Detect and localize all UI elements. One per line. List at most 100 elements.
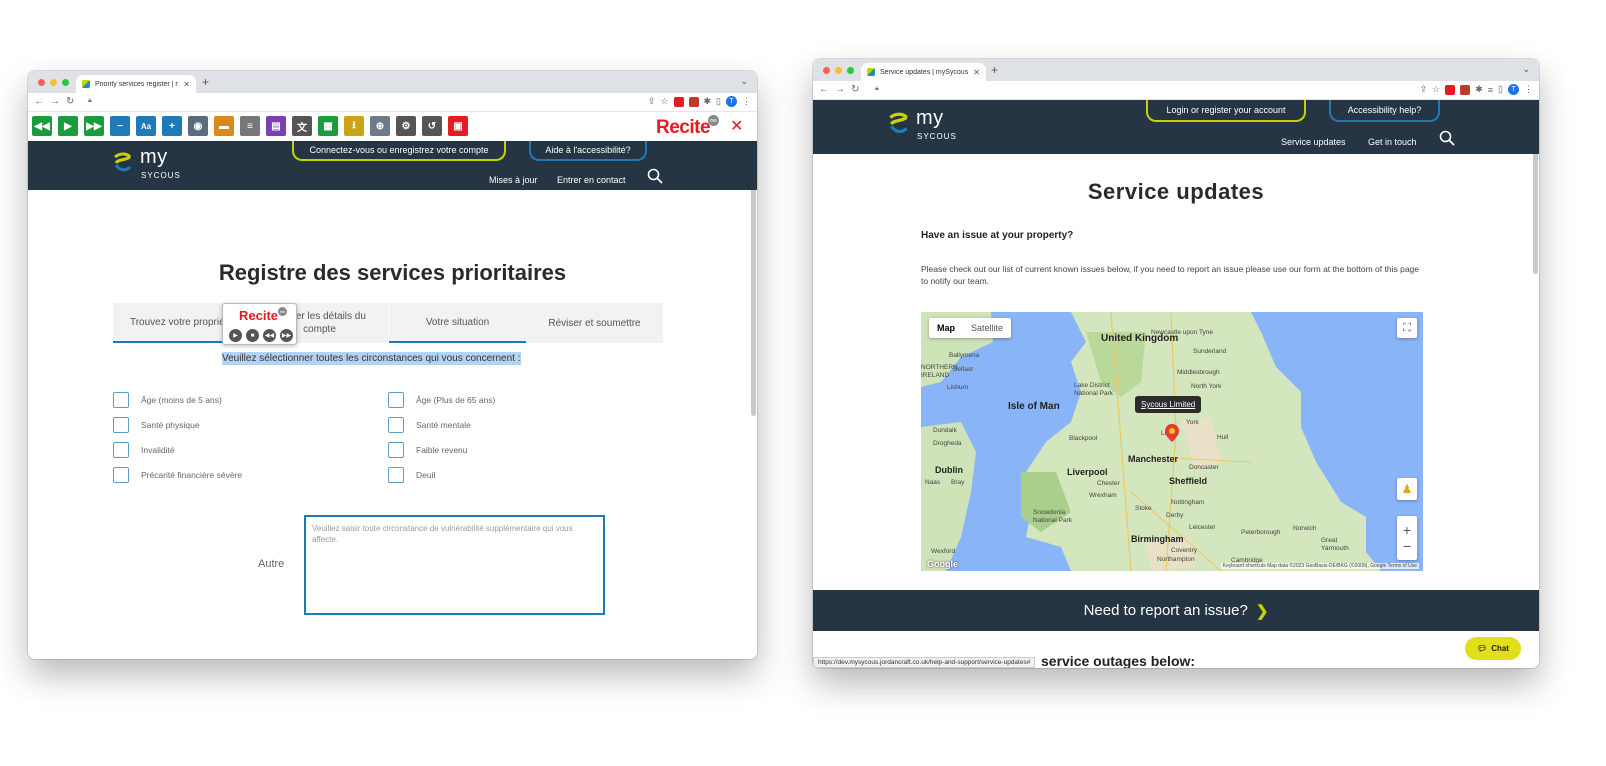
play-icon[interactable]: ▶ xyxy=(58,116,78,136)
popup-rewind-icon[interactable]: ◀◀ xyxy=(263,329,276,342)
puzzle-icon[interactable]: ✱ xyxy=(704,96,712,107)
kebab-menu-icon[interactable]: ⋮ xyxy=(742,96,751,107)
zoom-out-icon[interactable]: − xyxy=(1403,538,1411,554)
rewind-icon[interactable]: ◀◀ xyxy=(32,116,52,136)
map-info-popup[interactable]: Sycous Limited xyxy=(1135,396,1202,413)
checkbox-mental-health[interactable]: Santé mentale xyxy=(388,417,471,433)
reload-icon[interactable]: ↻ xyxy=(851,84,859,95)
fullscreen-icon[interactable]: ⛶ xyxy=(1397,318,1417,338)
translate-icon[interactable]: 文 xyxy=(292,116,312,136)
checkbox[interactable] xyxy=(113,417,129,433)
nav-get-in-touch[interactable]: Get in touch xyxy=(1368,137,1417,147)
map-marker-icon[interactable] xyxy=(1165,424,1179,442)
checkbox-physical-health[interactable]: Santé physique xyxy=(113,417,200,433)
tab-menu-icon[interactable]: ⌄ xyxy=(740,76,748,87)
search-icon[interactable] xyxy=(647,168,663,184)
pdf-extension-icon[interactable] xyxy=(688,96,699,107)
google-map[interactable]: Map Satellite ⛶ ♟ + − United Kingdom Isl… xyxy=(921,312,1423,571)
checkbox[interactable] xyxy=(388,442,404,458)
tab-menu-icon[interactable]: ⌄ xyxy=(1522,64,1530,75)
checkbox-bereavement[interactable]: Deuil xyxy=(388,467,435,483)
satellite-tab[interactable]: Satellite xyxy=(963,318,1011,338)
fast-forward-icon[interactable]: ▶▶ xyxy=(84,116,104,136)
checkbox[interactable] xyxy=(388,392,404,408)
profile-avatar[interactable]: T xyxy=(726,96,737,107)
traffic-lights[interactable] xyxy=(38,79,69,86)
popup-stop-icon[interactable]: ■ xyxy=(246,329,259,342)
extension-icon[interactable] xyxy=(673,96,684,107)
popup-play-icon[interactable]: ▶ xyxy=(229,329,242,342)
step-review-submit[interactable]: Réviser et soumettre xyxy=(526,303,663,343)
back-icon[interactable]: ← xyxy=(34,96,44,107)
sidepanel-icon[interactable]: ▯ xyxy=(716,96,721,107)
settings-icon[interactable]: ⚙ xyxy=(396,116,416,136)
checkbox-age-over-65[interactable]: Âge (Plus de 65 ans) xyxy=(388,392,495,408)
star-icon[interactable]: ☆ xyxy=(1432,84,1440,95)
kebab-menu-icon[interactable]: ⋮ xyxy=(1524,84,1533,95)
reset-icon[interactable]: ↺ xyxy=(422,116,442,136)
download-icon[interactable]: ⭳ xyxy=(344,116,364,136)
close-tab-icon[interactable]: ✕ xyxy=(973,68,980,77)
address-bar[interactable]: ← → ↻ 🔒︎ ⇪ ☆ ✱ ≡ ▯ T ⋮ xyxy=(813,81,1539,100)
accessibility-button[interactable]: Accessibility help? xyxy=(1329,100,1440,122)
margins-icon[interactable]: ≡ xyxy=(240,116,260,136)
reader-icon[interactable]: ▤ xyxy=(266,116,286,136)
lock-icon[interactable]: 🔒︎ xyxy=(875,85,879,93)
nav-updates[interactable]: Mises à jour xyxy=(489,175,538,185)
chat-button[interactable]: 💬︎ Chat xyxy=(1465,637,1521,660)
other-textarea[interactable]: Veuillez saisir toute circonstance de vu… xyxy=(304,515,605,615)
popup-forward-icon[interactable]: ▶▶ xyxy=(280,329,293,342)
login-button[interactable]: Connectez-vous ou enregistrez votre comp… xyxy=(292,141,506,161)
recite-close-icon[interactable]: ✕ xyxy=(730,116,743,136)
magnifier-icon[interactable]: ⊕ xyxy=(370,116,390,136)
traffic-lights[interactable] xyxy=(823,67,854,74)
new-tab-icon[interactable]: + xyxy=(991,63,998,77)
step-situation[interactable]: Votre situation xyxy=(389,303,526,343)
checkbox[interactable] xyxy=(113,467,129,483)
forward-icon[interactable]: → xyxy=(50,96,60,107)
puzzle-icon[interactable]: ✱ xyxy=(1475,84,1483,95)
checkbox[interactable] xyxy=(113,392,129,408)
login-button[interactable]: Login or register your account xyxy=(1146,100,1306,122)
profile-avatar[interactable]: T xyxy=(1508,84,1519,95)
star-icon[interactable]: ☆ xyxy=(660,96,668,107)
browser-tab[interactable]: Service updates | mySycous ✕ xyxy=(861,63,986,81)
report-issue-banner[interactable]: Need to report an issue? ❯ xyxy=(813,590,1539,631)
checkbox-disability[interactable]: Invalidité xyxy=(113,442,175,458)
share-icon[interactable]: ⇪ xyxy=(1420,84,1428,95)
lock-icon[interactable]: 🔒︎ xyxy=(88,97,92,105)
zoom-in-icon[interactable]: + xyxy=(1403,522,1411,538)
extension-icon[interactable] xyxy=(1445,84,1456,95)
pegman-icon[interactable]: ♟ xyxy=(1397,478,1417,500)
map-tab[interactable]: Map xyxy=(929,318,963,338)
decrease-text-icon[interactable]: − xyxy=(110,116,130,136)
checkbox[interactable] xyxy=(388,467,404,483)
pdf-extension-icon[interactable] xyxy=(1460,84,1471,95)
address-bar[interactable]: ← → ↻ 🔒︎ ⇪ ☆ ✱ ▯ T ⋮ xyxy=(28,93,757,112)
forward-icon[interactable]: → xyxy=(835,84,845,95)
checkbox-financial-hardship[interactable]: Précarité financière sévère xyxy=(113,467,242,483)
checkbox-low-income[interactable]: Faible revenu xyxy=(388,442,468,458)
reload-icon[interactable]: ↻ xyxy=(66,96,74,107)
dictionary-icon[interactable]: ▦ xyxy=(318,116,338,136)
reading-list-icon[interactable]: ≡ xyxy=(1488,85,1493,95)
new-tab-icon[interactable]: + xyxy=(202,75,209,89)
accessibility-button[interactable]: Aide à l'accessibilité? xyxy=(529,141,647,161)
share-icon[interactable]: ⇪ xyxy=(648,96,656,107)
browser-tab[interactable]: Priority services register | myS ✕ xyxy=(76,75,196,93)
nav-service-updates[interactable]: Service updates xyxy=(1281,137,1346,147)
close-tab-icon[interactable]: ✕ xyxy=(183,80,190,89)
ruler-icon[interactable]: ▬ xyxy=(214,116,234,136)
checkbox-age-under-5[interactable]: Âge (moins de 5 ans) xyxy=(113,392,222,408)
color-wheel-icon[interactable]: ◉ xyxy=(188,116,208,136)
search-icon[interactable] xyxy=(1439,130,1455,146)
font-icon[interactable]: Aa xyxy=(136,116,156,136)
checkbox[interactable] xyxy=(113,442,129,458)
checkbox[interactable] xyxy=(388,417,404,433)
sidepanel-icon[interactable]: ▯ xyxy=(1498,84,1503,95)
nav-contact[interactable]: Entrer en contact xyxy=(557,175,626,185)
increase-text-icon[interactable]: + xyxy=(162,116,182,136)
pdf-icon[interactable]: ▣ xyxy=(448,116,468,136)
map-type-toggle[interactable]: Map Satellite xyxy=(929,318,1012,338)
back-icon[interactable]: ← xyxy=(819,84,829,95)
